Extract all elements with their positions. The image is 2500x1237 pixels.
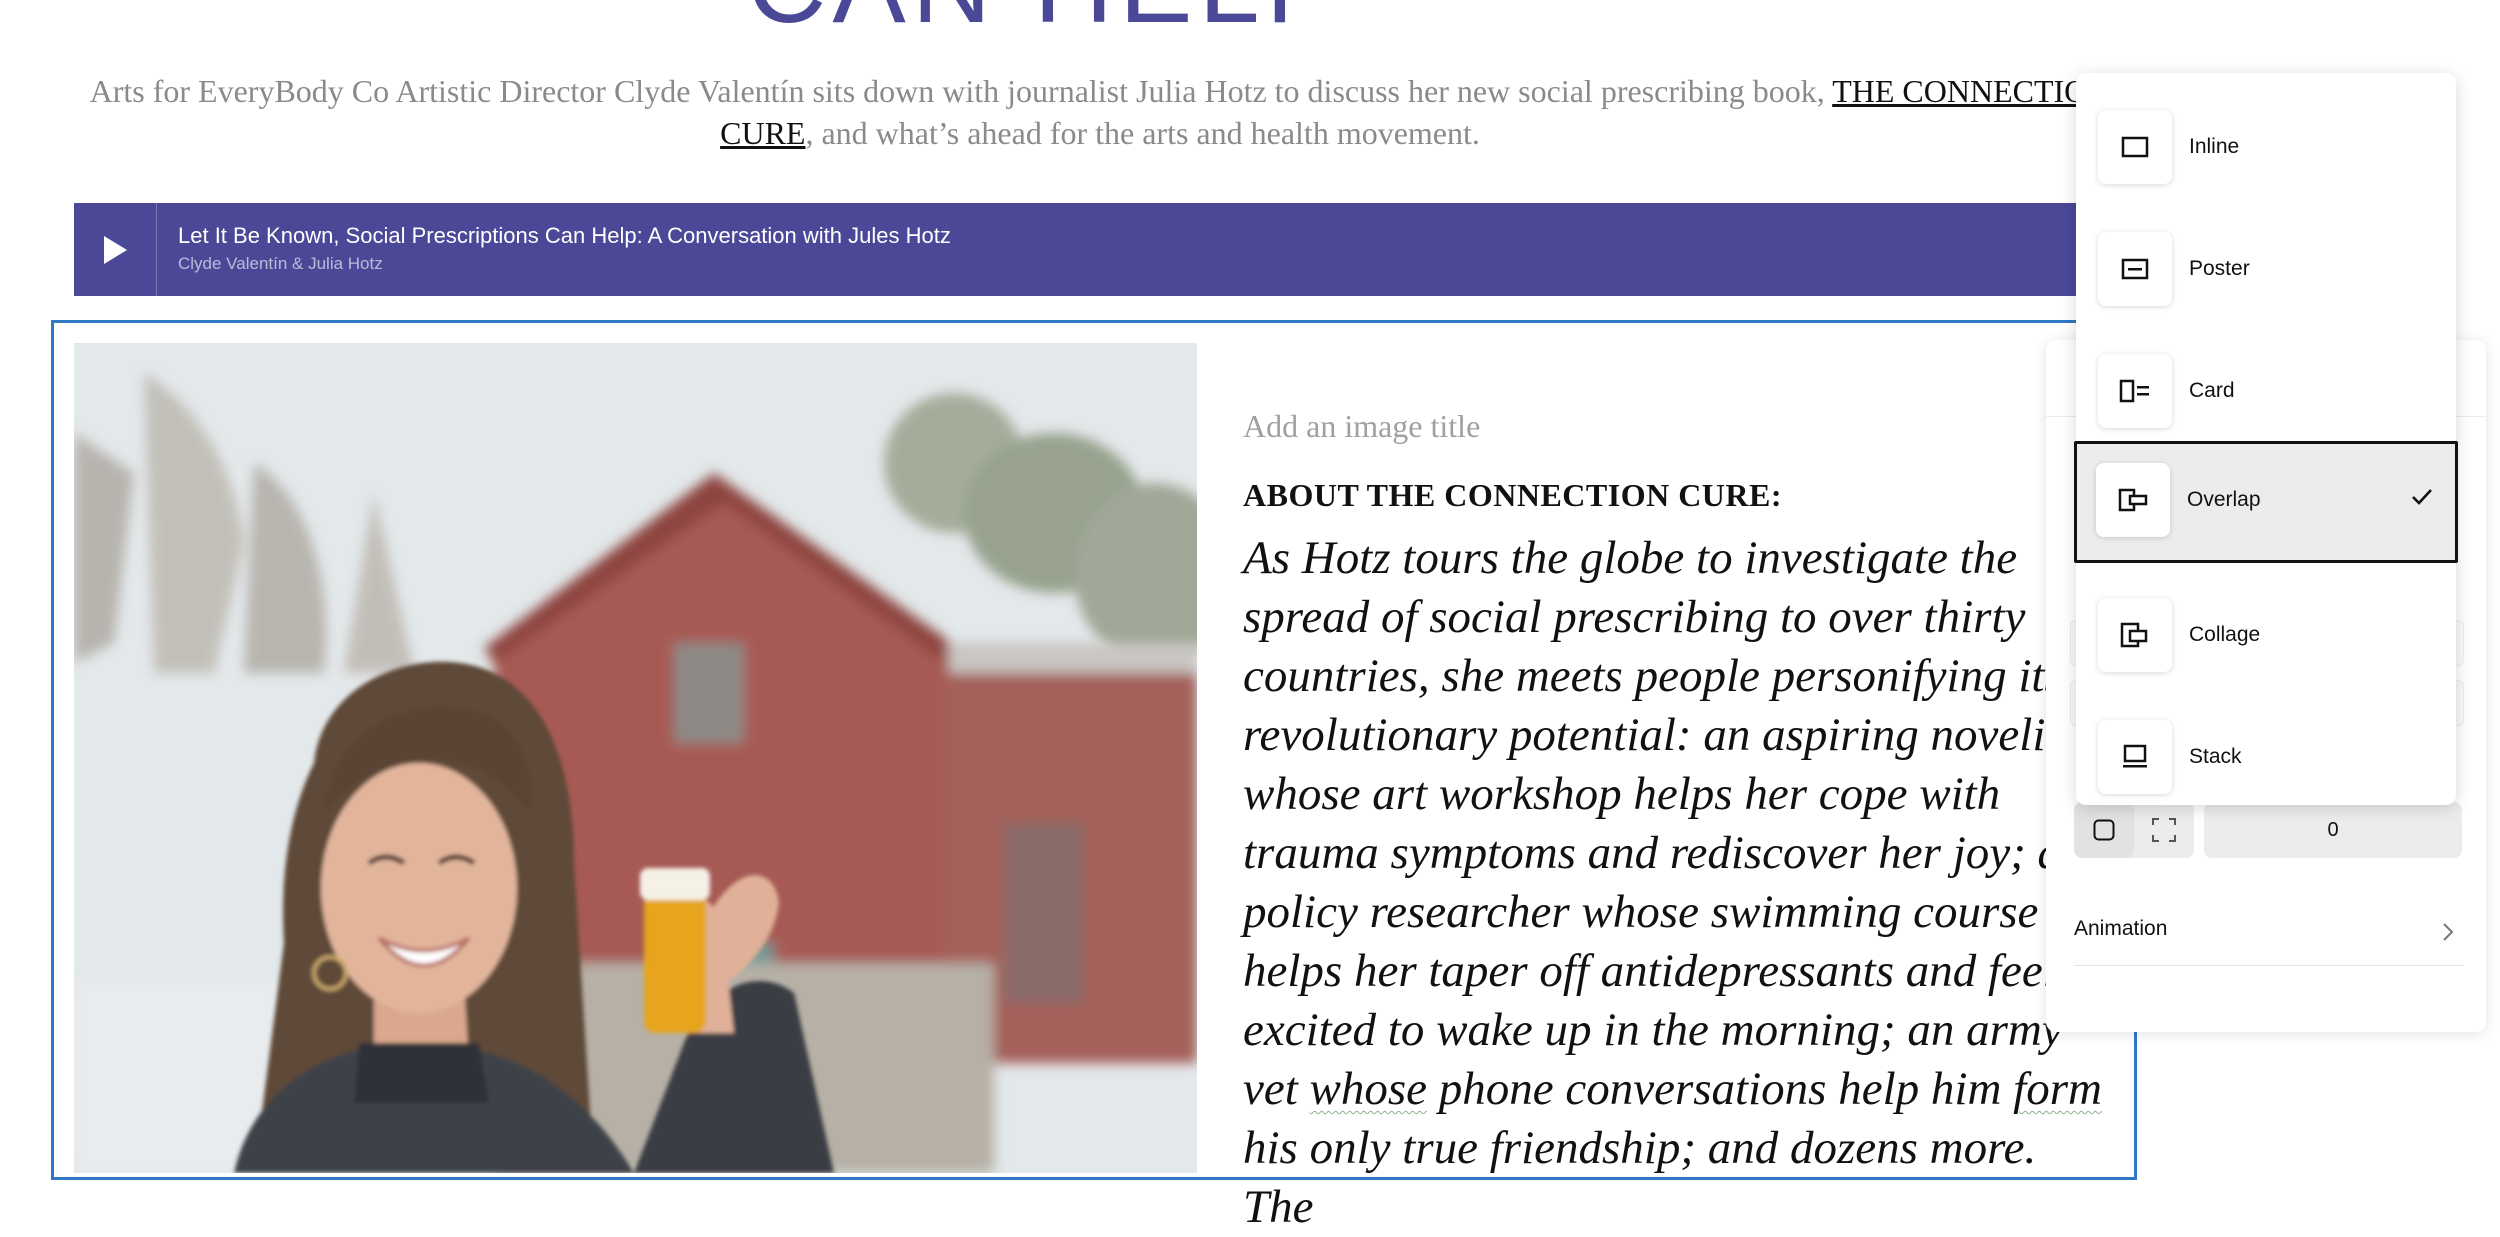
- photo-illustration: [74, 343, 1197, 1173]
- collage-layout-icon: [2098, 598, 2172, 672]
- audio-player: Let It Be Known, Social Prescriptions Ca…: [74, 203, 2092, 296]
- page-headline: CAN HELP: [0, 0, 2092, 40]
- layout-option-label: Inline: [2189, 135, 2240, 158]
- chevron-right-icon: [2443, 923, 2454, 941]
- spellcheck-word-1: whose: [1309, 1063, 1428, 1115]
- spellcheck-word-2: form: [2013, 1063, 2102, 1115]
- description-text-2: phone conversations help him: [1427, 1063, 2014, 1115]
- play-button[interactable]: [74, 203, 157, 296]
- stack-layout-icon: [2098, 720, 2172, 794]
- layout-option-label: Collage: [2189, 623, 2261, 646]
- layout-option-poster[interactable]: Poster: [2076, 210, 2456, 328]
- layout-option-label: Poster: [2189, 257, 2250, 280]
- layout-option-collage[interactable]: Collage: [2076, 576, 2456, 694]
- layout-option-label: Card: [2189, 379, 2235, 402]
- intro-text-start: Arts for EveryBody Co Artistic Director …: [89, 73, 1833, 109]
- animation-label: Animation: [2074, 917, 2168, 940]
- checkmark-icon: [2412, 489, 2432, 505]
- track-title: Let It Be Known, Social Prescriptions Ca…: [178, 223, 951, 248]
- description-text-3: his only true friendship; and dozens mor…: [1243, 1122, 2037, 1233]
- layout-option-card[interactable]: Card: [2076, 332, 2456, 450]
- layout-option-overlap[interactable]: Overlap: [2074, 441, 2458, 563]
- layout-option-label: Stack: [2189, 745, 2242, 768]
- image-title-placeholder[interactable]: Add an image title: [1243, 408, 1480, 445]
- image-description[interactable]: As Hotz tours the globe to investigate t…: [1243, 529, 2103, 1237]
- corners-icon: [2152, 818, 2176, 842]
- intro-text-end: , and what’s ahead for the arts and heal…: [805, 115, 1480, 151]
- track-author: Clyde Valentín & Julia Hotz: [178, 254, 383, 273]
- poster-layout-icon: [2098, 232, 2172, 306]
- square-icon: [2093, 819, 2115, 841]
- layout-dropdown: Inline Poster Card Overlap Collage Stack: [2074, 73, 2458, 805]
- card-layout-icon: [2098, 354, 2172, 428]
- image-subheading: ABOUT THE CONNECTION CURE:: [1243, 477, 1783, 513]
- layout-option-stack[interactable]: Stack: [2076, 698, 2456, 816]
- inline-layout-icon: [2098, 110, 2172, 184]
- description-text-1: As Hotz tours the globe to investigate t…: [1243, 532, 2077, 1115]
- intro-paragraph: Arts for EveryBody Co Artistic Director …: [70, 70, 2130, 154]
- block-image[interactable]: [74, 343, 1197, 1173]
- overlap-layout-icon: [2096, 463, 2170, 537]
- play-icon: [104, 235, 127, 264]
- layout-option-inline[interactable]: Inline: [2076, 88, 2456, 206]
- layout-option-label: Overlap: [2187, 488, 2261, 511]
- animation-row[interactable]: Animation: [2074, 905, 2464, 966]
